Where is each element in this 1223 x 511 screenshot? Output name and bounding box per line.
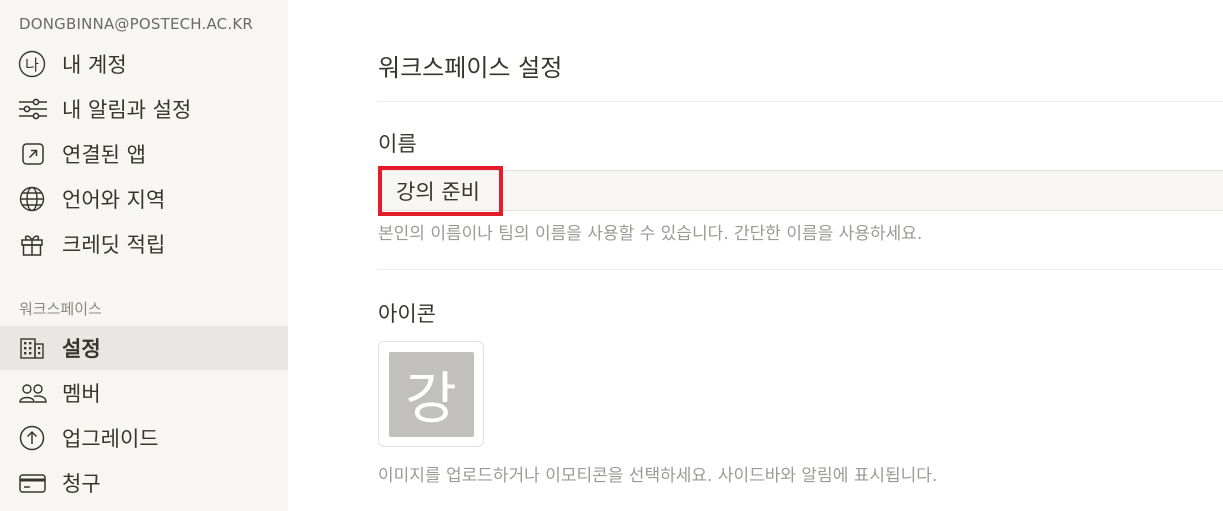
sidebar-item-my-account[interactable]: 나 내 계정 <box>0 42 288 86</box>
divider <box>378 101 1223 102</box>
sidebar-item-label: 언어와 지역 <box>62 188 166 212</box>
avatar-icon: 나 <box>18 49 48 79</box>
avatar-initial: 나 <box>25 56 39 74</box>
sidebar-item-billing[interactable]: 청구 <box>0 461 288 505</box>
sidebar-item-label: 내 계정 <box>62 53 127 77</box>
building-icon <box>18 333 48 363</box>
settings-sidebar: DONGBINNA@POSTECH.AC.KR 나 내 계정 내 알림과 설정 <box>0 0 288 511</box>
sidebar-item-label: 연결된 앱 <box>62 143 146 167</box>
workspace-section-label: 워크스페이스 <box>19 300 102 318</box>
globe-icon <box>18 184 48 214</box>
divider <box>378 269 1223 270</box>
workspace-icon-picker[interactable]: 강 <box>378 341 484 447</box>
workspace-icon: 강 <box>388 351 474 437</box>
sidebar-item-earn-credit[interactable]: 크레딧 적립 <box>0 222 288 266</box>
workspace-settings-panel: 워크스페이스 설정 이름 강의 준비 본인의 이름이나 팀의 이름을 사용할 수… <box>378 0 1223 511</box>
sidebar-item-label: 청구 <box>62 472 101 496</box>
sidebar-item-language-region[interactable]: 언어와 지역 <box>0 177 288 221</box>
upgrade-arrow-icon <box>18 423 48 453</box>
sidebar-item-label: 멤버 <box>62 382 101 406</box>
sidebar-item-label: 업그레이드 <box>62 427 159 451</box>
page-title: 워크스페이스 설정 <box>378 54 563 82</box>
workspace-name-value[interactable]: 강의 준비 <box>378 166 503 216</box>
icon-help-text: 이미지를 업로드하거나 이모티콘을 선택하세요. 사이드바와 알림에 표시됩니다… <box>378 466 938 486</box>
credit-card-icon <box>18 468 48 498</box>
workspace-name-input[interactable] <box>378 170 1223 211</box>
name-label: 이름 <box>378 132 417 156</box>
sidebar-item-members[interactable]: 멤버 <box>0 371 288 415</box>
sidebar-item-upgrade[interactable]: 업그레이드 <box>0 416 288 460</box>
sidebar-item-label: 내 알림과 설정 <box>62 98 192 122</box>
sliders-icon <box>18 94 48 124</box>
sidebar-item-notifications[interactable]: 내 알림과 설정 <box>0 87 288 131</box>
gift-icon <box>18 229 48 259</box>
external-link-icon <box>18 139 48 169</box>
account-email: DONGBINNA@POSTECH.AC.KR <box>19 15 253 33</box>
sidebar-item-label: 크레딧 적립 <box>62 233 166 257</box>
name-help-text: 본인의 이름이나 팀의 이름을 사용할 수 있습니다. 간단한 이름을 사용하세… <box>378 224 923 244</box>
members-icon <box>18 378 48 408</box>
icon-label: 아이콘 <box>378 302 436 326</box>
sidebar-item-settings[interactable]: 설정 <box>0 326 288 370</box>
sidebar-item-connected-apps[interactable]: 연결된 앱 <box>0 132 288 176</box>
sidebar-item-label: 설정 <box>62 337 101 361</box>
